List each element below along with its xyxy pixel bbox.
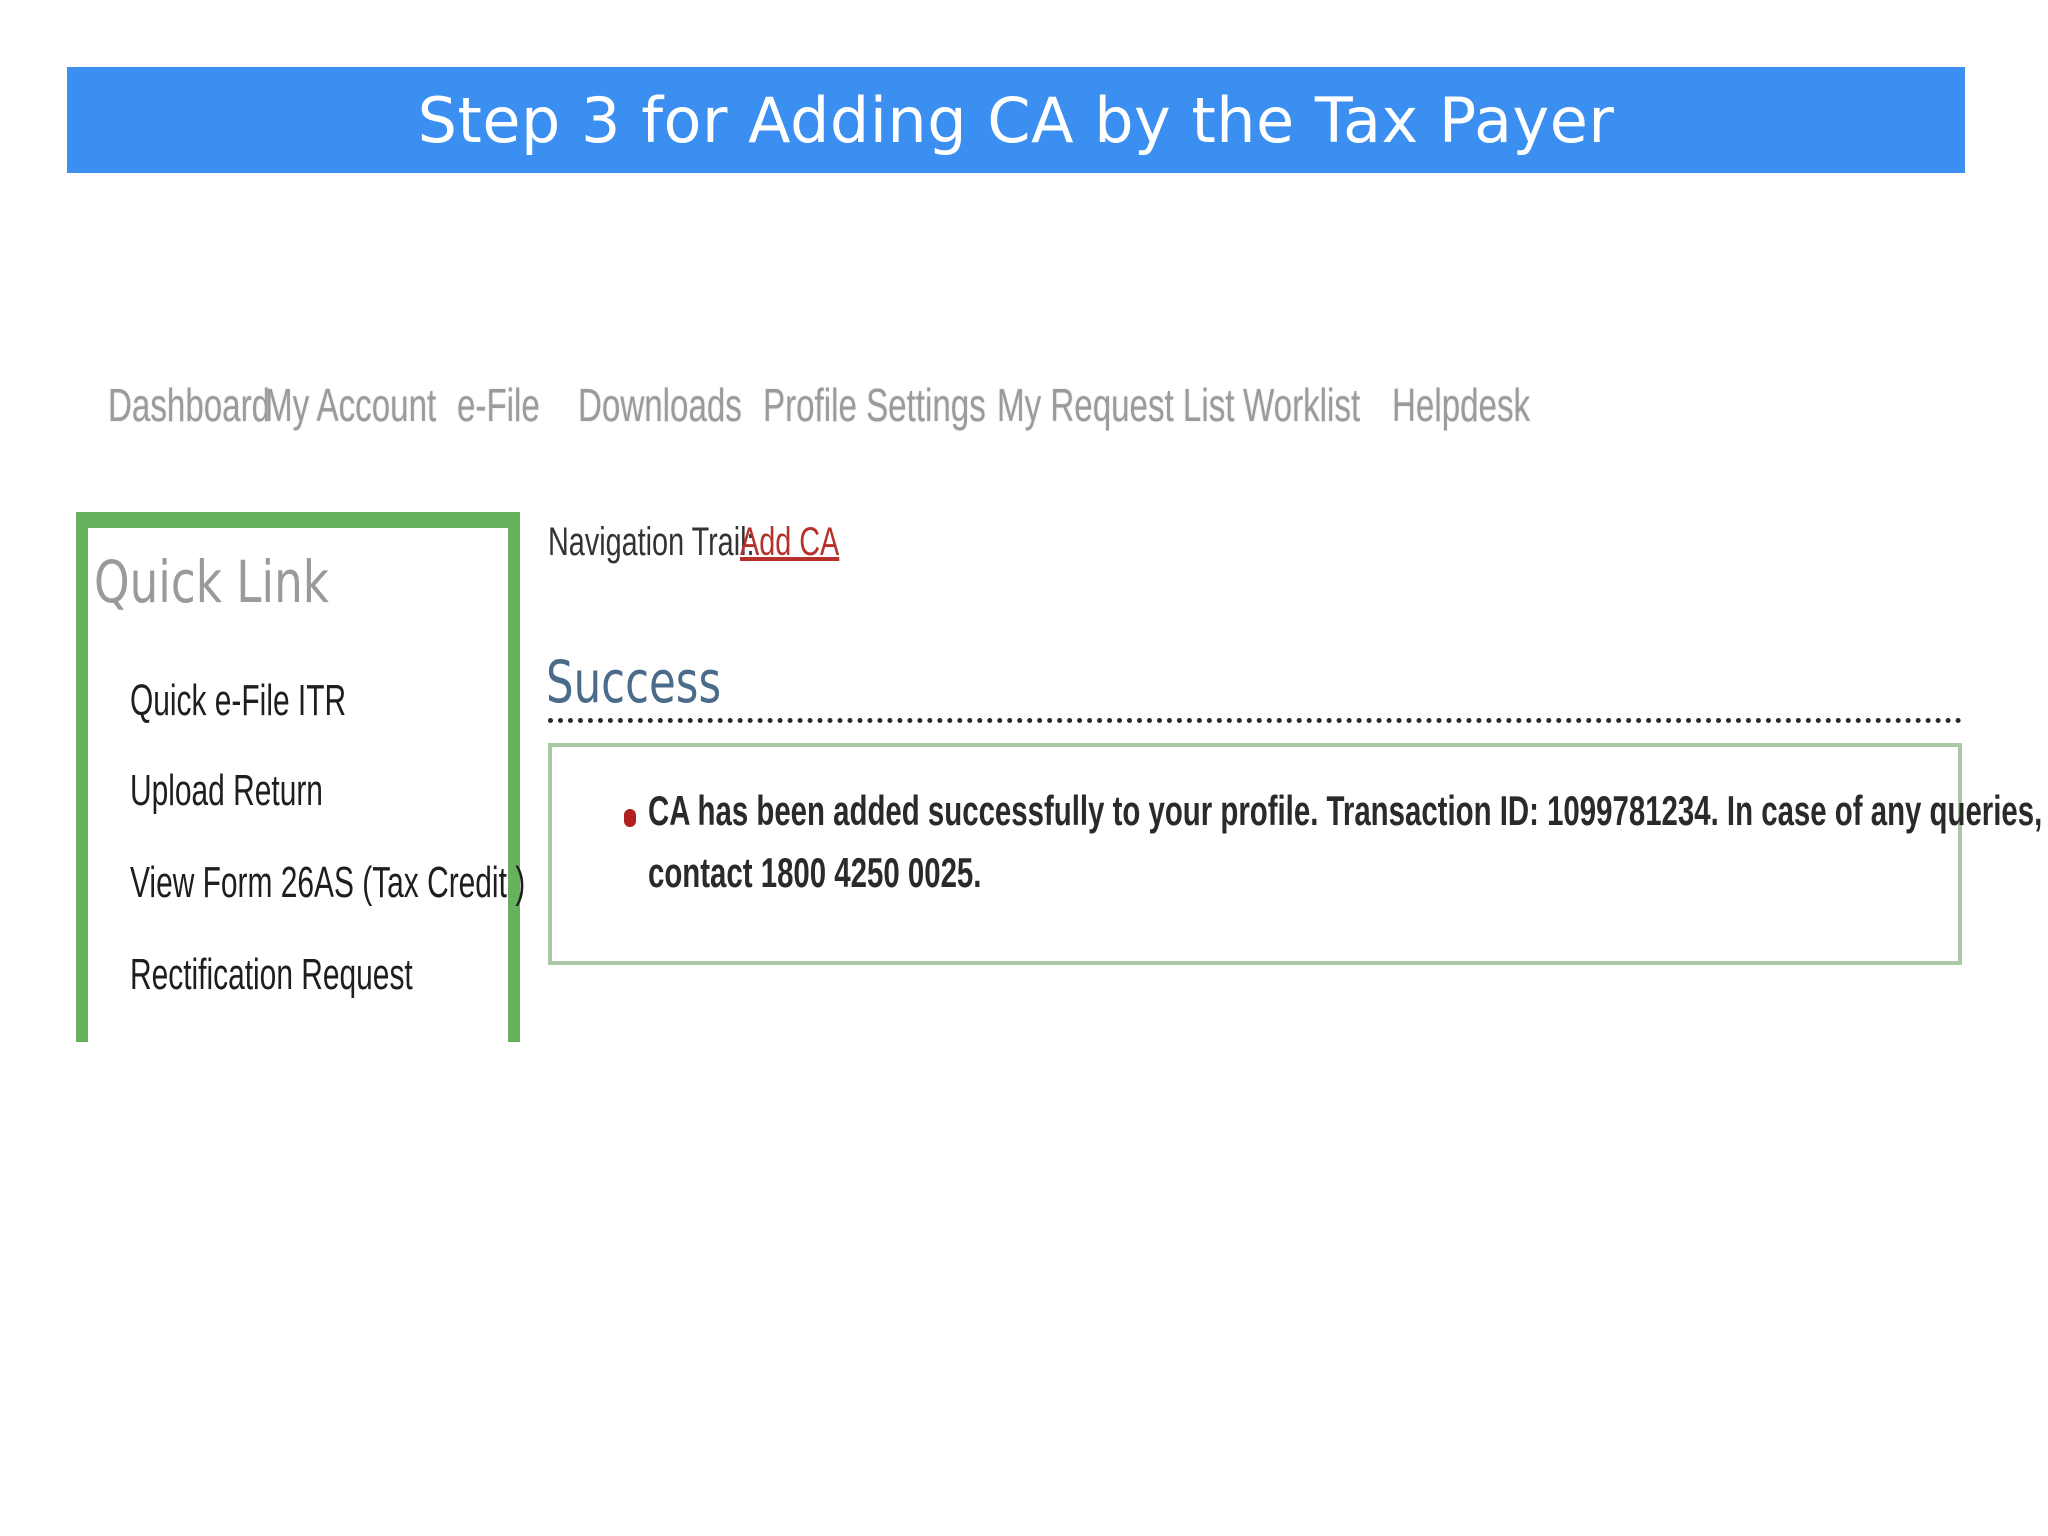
navigation-trail-add-ca-link[interactable]: Add CA	[740, 520, 839, 565]
success-message-line-1: CA has been added successfully to your p…	[648, 787, 2048, 834]
success-heading: Success	[546, 648, 722, 716]
top-nav-bar: Dashboard My Account e-File Downloads Pr…	[0, 378, 1600, 448]
slide-title-bar: Step 3 for Adding CA by the Tax Payer	[67, 67, 1965, 173]
slide-title: Step 3 for Adding CA by the Tax Payer	[417, 83, 1615, 157]
navigation-trail: Navigation Trail: Add CA	[548, 520, 839, 565]
nav-item-dashboard[interactable]: Dashboard	[108, 378, 270, 432]
success-message-line-2: contact 1800 4250 0025.	[648, 849, 982, 896]
nav-item-helpdesk[interactable]: Helpdesk	[1392, 378, 1530, 432]
success-divider	[548, 718, 1962, 723]
nav-item-downloads[interactable]: Downloads	[578, 378, 742, 432]
quick-link-quick-efile-itr[interactable]: Quick e-File ITR	[130, 676, 346, 726]
quick-link-rectification-request[interactable]: Rectification Request	[130, 950, 413, 1000]
quick-link-title: Quick Link	[94, 548, 329, 616]
quick-link-inner: Quick Link Quick e-File ITR Upload Retur…	[88, 528, 525, 1042]
nav-item-e-file[interactable]: e-File	[457, 378, 540, 432]
success-message-box: CA has been added successfully to your p…	[548, 743, 2048, 965]
nav-item-my-request-list[interactable]: My Request List	[997, 378, 1234, 432]
bullet-icon	[624, 809, 636, 827]
nav-item-worklist[interactable]: Worklist	[1243, 378, 1360, 432]
nav-item-profile-settings[interactable]: Profile Settings	[763, 378, 986, 432]
quick-link-upload-return[interactable]: Upload Return	[130, 766, 323, 816]
quick-link-view-form-26as[interactable]: View Form 26AS (Tax Credit )	[130, 858, 525, 908]
navigation-trail-label: Navigation Trail:	[548, 520, 755, 564]
quick-link-panel: Quick Link Quick e-File ITR Upload Retur…	[76, 512, 525, 1042]
nav-item-my-account[interactable]: My Account	[265, 378, 436, 432]
